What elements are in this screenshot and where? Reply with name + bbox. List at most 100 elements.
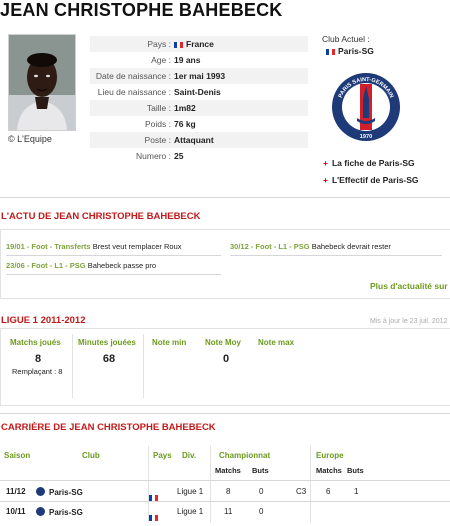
plus-icon: + bbox=[323, 175, 328, 185]
col-euro-buts: Buts bbox=[347, 466, 364, 475]
col-saison: Saison bbox=[4, 451, 31, 460]
psg-crest-icon bbox=[36, 487, 45, 496]
cell-club-name: Paris-SG bbox=[49, 488, 83, 497]
news-text: Brest veut remplacer Roux bbox=[92, 242, 182, 251]
club-squad-link[interactable]: + L'Effectif de Paris-SG bbox=[323, 175, 419, 185]
news-tag: 23/06 - Foot - L1 - PSG bbox=[6, 261, 86, 270]
col-euro-matchs: Matchs bbox=[316, 466, 342, 475]
info-label: Age : bbox=[151, 55, 171, 65]
info-label: Taille : bbox=[146, 103, 171, 113]
actu-title: L'ACTU DE JEAN CHRISTOPHE BAHEBECK bbox=[1, 211, 201, 222]
info-row-birthdate: Date de naissance : 1er mai 1993 bbox=[90, 68, 308, 84]
stat-header-note-min: Note min bbox=[152, 338, 187, 347]
news-text: Bahebeck devrait rester bbox=[311, 242, 391, 251]
player-name: JEAN CHRISTOPHE BAHEBECK bbox=[0, 0, 283, 20]
info-label: Pays : bbox=[147, 39, 171, 49]
info-value: 1m82 bbox=[174, 103, 196, 113]
info-row-weight: Poids : 76 kg bbox=[90, 116, 308, 132]
col-div: Div. bbox=[182, 451, 197, 460]
psg-crest-icon bbox=[36, 507, 45, 516]
news-divider bbox=[6, 274, 221, 275]
col-pays: Pays bbox=[153, 451, 172, 460]
info-row-age: Age : 19 ans bbox=[90, 52, 308, 68]
stat-header-minutes: Minutes jouées bbox=[78, 338, 136, 347]
cell-div: Ligue 1 bbox=[177, 507, 204, 516]
player-info-table: Pays : France Age : 19 ans Date de naiss… bbox=[90, 36, 308, 164]
current-club-heading: Club Actuel : bbox=[322, 34, 370, 44]
cell-euro-comp: C3 bbox=[296, 487, 307, 496]
info-row-number: Numero : 25 bbox=[90, 148, 308, 164]
news-divider bbox=[6, 255, 221, 256]
club-squad-link-label: L'Effectif de Paris-SG bbox=[331, 175, 419, 185]
club-name: Paris-SG bbox=[338, 46, 374, 56]
stat-header-note-max: Note max bbox=[258, 338, 295, 347]
col-champ-matchs: Matchs bbox=[215, 466, 241, 475]
col-europe: Europe bbox=[316, 451, 344, 460]
cell-matchs: 8 bbox=[226, 487, 231, 496]
plus-icon: + bbox=[323, 158, 328, 168]
news-divider bbox=[230, 255, 442, 256]
cell-div: Ligue 1 bbox=[177, 487, 204, 496]
info-label: Numero : bbox=[136, 151, 171, 161]
crest-year: 1970 bbox=[360, 134, 372, 140]
news-item[interactable]: 19/01 - Foot - Transferts Brest veut rem… bbox=[6, 242, 182, 251]
info-value: 19 ans bbox=[174, 55, 201, 65]
info-label: Poids : bbox=[145, 119, 171, 129]
col-club: Club bbox=[82, 451, 100, 460]
news-text: Bahebeck passe pro bbox=[87, 261, 157, 270]
france-flag-icon bbox=[149, 488, 158, 501]
cell-saison: 10/11 bbox=[6, 507, 26, 516]
country-value: France bbox=[186, 39, 214, 49]
col-champ-buts: Buts bbox=[252, 466, 269, 475]
cell-matchs: 11 bbox=[224, 507, 233, 516]
info-value: 1er mai 1993 bbox=[174, 71, 226, 81]
info-value: France bbox=[174, 39, 214, 49]
cell-buts: 0 bbox=[259, 487, 264, 496]
france-flag-icon bbox=[326, 47, 335, 55]
info-value: 25 bbox=[174, 151, 184, 161]
stat-substitute: Remplaçant : 8 bbox=[12, 367, 63, 376]
season-updated: Mis à jour le 23 juil. 2012 bbox=[370, 318, 448, 325]
france-flag-icon bbox=[149, 508, 158, 521]
table-row: 11/12 Paris-SG Ligue 1 8 0 C3 6 1 bbox=[0, 482, 450, 501]
info-value: 76 kg bbox=[174, 119, 196, 129]
news-tag: 30/12 - Foot - L1 - PSG bbox=[230, 242, 310, 251]
info-label: Poste : bbox=[144, 135, 171, 145]
news-tag: 19/01 - Foot - Transferts bbox=[6, 242, 91, 251]
cell-club[interactable]: Paris-SG bbox=[36, 487, 83, 497]
table-divider bbox=[0, 480, 450, 481]
more-news-link[interactable]: Plus d'actualité sur bbox=[370, 281, 448, 291]
info-label: Date de naissance : bbox=[95, 71, 171, 81]
club-page-link-label: La fiche de Paris-SG bbox=[331, 158, 415, 168]
cell-buts: 0 bbox=[259, 507, 264, 516]
info-label: Lieu de naissance : bbox=[97, 87, 171, 97]
season-title: LIGUE 1 2011-2012 bbox=[1, 315, 86, 326]
section-divider bbox=[0, 413, 450, 414]
news-item[interactable]: 30/12 - Foot - L1 - PSG Bahebeck devrait… bbox=[230, 242, 391, 251]
stat-value-minutes: 68 bbox=[102, 353, 116, 365]
stat-header-note-moy: Note Moy bbox=[205, 338, 241, 347]
psg-crest-icon[interactable]: PARIS SAINT-GERMAIN 1970 bbox=[331, 72, 401, 142]
player-photo bbox=[8, 34, 76, 131]
stat-header-matchs: Matchs joués bbox=[10, 338, 61, 347]
stat-separator bbox=[72, 334, 73, 398]
current-club-link[interactable]: Paris-SG bbox=[326, 46, 374, 56]
cell-club-name: Paris-SG bbox=[49, 508, 83, 517]
cell-euro-matchs: 6 bbox=[326, 487, 331, 496]
club-page-link[interactable]: + La fiche de Paris-SG bbox=[323, 158, 415, 168]
news-item[interactable]: 23/06 - Foot - L1 - PSG Bahebeck passe p… bbox=[6, 261, 156, 270]
cell-saison: 11/12 bbox=[6, 487, 26, 496]
stat-value-matchs: 8 bbox=[34, 353, 42, 365]
info-row-pays: Pays : France bbox=[90, 36, 308, 52]
career-title: CARRIÈRE DE JEAN CHRISTOPHE BAHEBECK bbox=[1, 422, 216, 433]
stat-value-note-moy: 0 bbox=[222, 353, 230, 365]
info-row-birthplace: Lieu de naissance : Saint-Denis bbox=[90, 84, 308, 100]
cell-club[interactable]: Paris-SG bbox=[36, 507, 83, 517]
cell-euro-buts: 1 bbox=[354, 487, 359, 496]
info-value: Saint-Denis bbox=[174, 87, 221, 97]
stat-separator bbox=[143, 334, 144, 398]
section-divider bbox=[0, 197, 450, 198]
france-flag-icon bbox=[174, 40, 183, 48]
photo-credit: © L'Equipe bbox=[8, 134, 52, 144]
info-row-height: Taille : 1m82 bbox=[90, 100, 308, 116]
